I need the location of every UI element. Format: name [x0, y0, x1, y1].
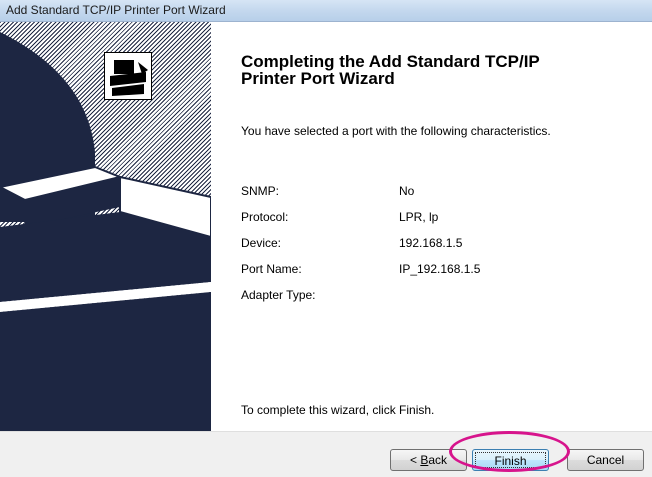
completion-instruction: To complete this wizard, click Finish. [241, 403, 435, 417]
page-title-line-2: Printer Port Wizard [241, 69, 395, 88]
wizard-content: Completing the Add Standard TCP/IP Print… [211, 22, 652, 431]
detail-label: Port Name: [241, 262, 302, 276]
detail-value: No [399, 184, 415, 198]
detail-label: Device: [241, 236, 282, 250]
finish-button-label: Finish [475, 452, 546, 468]
detail-value: IP_192.168.1.5 [399, 262, 481, 276]
window-title: Add Standard TCP/IP Printer Port Wizard [6, 3, 226, 17]
back-button[interactable]: < Back [390, 449, 467, 471]
detail-value: 192.168.1.5 [399, 236, 463, 250]
wizard-side-panel [0, 22, 211, 431]
back-button-label: ack [428, 453, 448, 467]
detail-label: Adapter Type: [241, 288, 316, 302]
detail-label: Protocol: [241, 210, 289, 224]
finish-button[interactable]: Finish [472, 449, 549, 471]
printer-wizard-icon [104, 52, 152, 100]
wizard-button-bar: < Back Finish Cancel [0, 431, 652, 477]
page-title: Completing the Add Standard TCP/IP Print… [241, 53, 641, 87]
back-button-prefix: < [409, 453, 421, 467]
cancel-button[interactable]: Cancel [567, 449, 644, 471]
detail-value: LPR, lp [399, 210, 439, 224]
title-bar[interactable]: Add Standard TCP/IP Printer Port Wizard [0, 0, 652, 22]
page-title-line-1: Completing the Add Standard TCP/IP [241, 52, 540, 71]
intro-text: You have selected a port with the follow… [241, 124, 551, 138]
detail-label: SNMP: [241, 184, 280, 198]
